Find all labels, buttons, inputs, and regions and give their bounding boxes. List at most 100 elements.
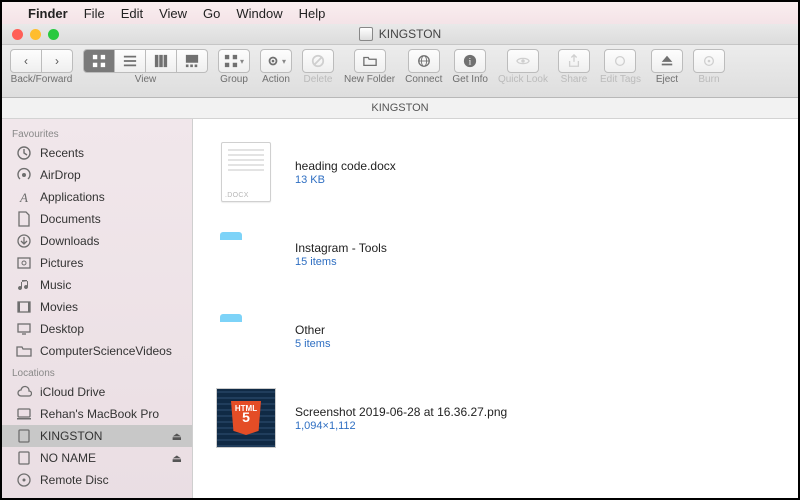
sidebar-item-applications[interactable]: A Applications: [2, 186, 192, 208]
svg-text:i: i: [469, 57, 472, 68]
sidebar-item-recents[interactable]: Recents: [2, 142, 192, 164]
toolbar-share-label: Share: [561, 74, 588, 85]
menubar-help[interactable]: Help: [299, 6, 326, 21]
share-button[interactable]: [558, 49, 590, 73]
eject-icon[interactable]: ⏏: [172, 430, 182, 443]
file-row[interactable]: heading code.docx13 KB: [193, 131, 798, 213]
sidebar-item-pictures[interactable]: Pictures: [2, 252, 192, 274]
view-list-button[interactable]: [115, 49, 146, 73]
eject-icon[interactable]: ⏏: [172, 452, 182, 465]
sidebar-item-label: Music: [40, 278, 71, 292]
sidebar-item-no-name[interactable]: NO NAME ⏏: [2, 447, 192, 469]
file-subtitle: 5 items: [295, 338, 330, 350]
svg-text:A: A: [19, 190, 28, 205]
clock-icon: [16, 145, 32, 161]
music-icon: [16, 277, 32, 293]
toolbar-eject-group: Eject: [651, 49, 683, 85]
menubar-app[interactable]: Finder: [28, 6, 68, 21]
connect-button[interactable]: [408, 49, 440, 73]
sidebar-item-music[interactable]: Music: [2, 274, 192, 296]
sidebar-item-label: AirDrop: [40, 168, 81, 182]
quicklook-button[interactable]: [507, 49, 539, 73]
newfolder-button[interactable]: [354, 49, 386, 73]
sidebar-item-movies[interactable]: Movies: [2, 296, 192, 318]
pathbar[interactable]: KINGSTON: [2, 98, 798, 119]
window-title: KINGSTON: [359, 27, 441, 41]
mac-icon: [16, 406, 32, 422]
volume-icon: [359, 27, 373, 41]
toolbar-group-label: Group: [220, 74, 248, 85]
toolbar-backforward-group: ‹ › Back/Forward: [10, 49, 73, 85]
sidebar-item-desktop[interactable]: Desktop: [2, 318, 192, 340]
toolbar-quicklook-label: Quick Look: [498, 74, 548, 85]
window-titlebar[interactable]: KINGSTON: [2, 24, 798, 45]
forward-button[interactable]: ›: [42, 49, 73, 73]
file-list[interactable]: heading code.docx13 KB Instagram - Tools1…: [193, 119, 798, 500]
movies-icon: [16, 299, 32, 315]
close-button[interactable]: [12, 29, 23, 40]
burn-button[interactable]: [693, 49, 725, 73]
desktop-icon: [16, 321, 32, 337]
sidebar-item-downloads[interactable]: Downloads: [2, 230, 192, 252]
toolbar-delete-group: Delete: [302, 49, 334, 85]
view-gallery-button[interactable]: [177, 49, 208, 73]
file-meta: Other5 items: [295, 323, 330, 350]
toolbar-action-label: Action: [262, 74, 290, 85]
menubar-go[interactable]: Go: [203, 6, 220, 21]
toolbar-edittags-label: Edit Tags: [600, 74, 641, 85]
file-subtitle: 15 items: [295, 256, 387, 268]
file-row[interactable]: Instagram - Tools15 items: [193, 213, 798, 295]
sidebar-item-icloud-drive[interactable]: iCloud Drive: [2, 381, 192, 403]
sidebar-item-label: Pictures: [40, 256, 83, 270]
toolbar-view-label: View: [135, 74, 157, 85]
sidebar-item-label: Desktop: [40, 322, 84, 336]
view-column-button[interactable]: [146, 49, 177, 73]
edittags-button[interactable]: [604, 49, 636, 73]
delete-button[interactable]: [302, 49, 334, 73]
sidebar-item-label: Movies: [40, 300, 78, 314]
action-button[interactable]: ▾: [260, 49, 292, 73]
back-button[interactable]: ‹: [10, 49, 42, 73]
file-meta: Screenshot 2019-06-28 at 16.36.27.png1,0…: [295, 405, 507, 432]
sidebar-item-label: NO NAME: [40, 451, 96, 465]
menubar: Finder File Edit View Go Window Help: [2, 2, 798, 24]
toolbar-burn-group: Burn: [693, 49, 725, 85]
sidebar-item-computersciencevideos[interactable]: ComputerScienceVideos: [2, 340, 192, 362]
menubar-window[interactable]: Window: [236, 6, 282, 21]
doc-icon: [16, 211, 32, 227]
sidebar-item-label: ComputerScienceVideos: [40, 344, 172, 358]
group-button[interactable]: ▾: [218, 49, 250, 73]
sidebar-section-header: Locations: [2, 362, 192, 381]
sidebar-item-kingston[interactable]: KINGSTON⏏: [2, 425, 192, 447]
toolbar-burn-label: Burn: [698, 74, 719, 85]
docx-icon: [221, 142, 271, 202]
folder-icon: [16, 343, 32, 359]
file-meta: heading code.docx13 KB: [295, 159, 396, 186]
sidebar-item-remote-disc[interactable]: Remote Disc: [2, 469, 192, 491]
file-row[interactable]: HTML5 Screenshot 2019-06-28 at 16.36.27.p…: [193, 377, 798, 459]
file-row[interactable]: Other5 items: [193, 295, 798, 377]
getinfo-button[interactable]: i: [454, 49, 486, 73]
minimize-button[interactable]: [30, 29, 41, 40]
sidebar-item-documents[interactable]: Documents: [2, 208, 192, 230]
sidebar: FavouritesRecentsAirDropAApplicationsDoc…: [2, 119, 193, 500]
apps-icon: A: [16, 189, 32, 205]
sidebar-item-label: Recents: [40, 146, 84, 160]
airdrop-icon: [16, 167, 32, 183]
eject-button[interactable]: [651, 49, 683, 73]
view-icon-button[interactable]: [83, 49, 115, 73]
sidebar-item-rehan-s-macbook-pro[interactable]: Rehan's MacBook Pro: [2, 403, 192, 425]
menubar-edit[interactable]: Edit: [121, 6, 143, 21]
toolbar-connect-label: Connect: [405, 74, 442, 85]
sidebar-item-label: Applications: [40, 190, 105, 204]
disc-icon: [16, 472, 32, 488]
menubar-file[interactable]: File: [84, 6, 105, 21]
image-thumbnail: HTML5: [216, 388, 276, 448]
cloud-icon: [16, 384, 32, 400]
zoom-button[interactable]: [48, 29, 59, 40]
file-name: Instagram - Tools: [295, 241, 387, 255]
disk-icon: [16, 428, 32, 444]
sidebar-item-airdrop[interactable]: AirDrop: [2, 164, 192, 186]
folder-icon: [216, 314, 276, 358]
menubar-view[interactable]: View: [159, 6, 187, 21]
